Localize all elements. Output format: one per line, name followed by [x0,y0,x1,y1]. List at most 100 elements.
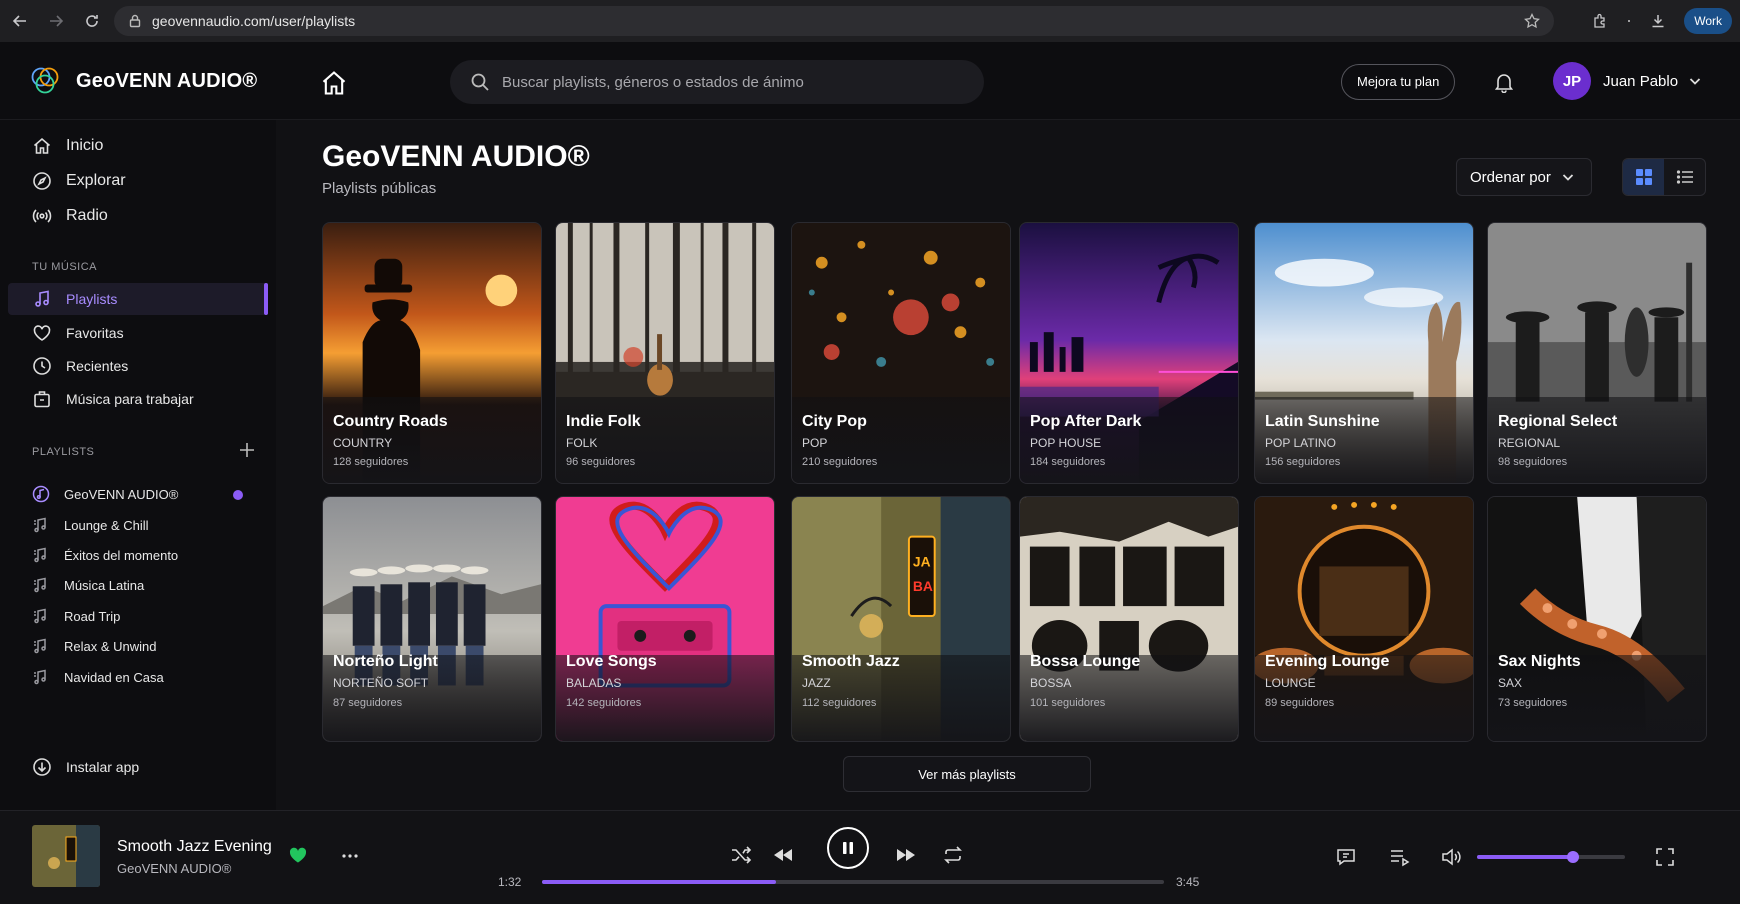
sidebar-item-recientes[interactable]: Recientes [8,350,268,382]
shuffle-icon[interactable] [730,844,752,866]
install-app-button[interactable]: Instalar app [8,751,268,783]
forward-icon[interactable] [40,5,72,37]
sidebar-playlist-item[interactable]: Road Trip [8,602,268,630]
playlist-card[interactable]: Bossa Lounge BOSSA 101 seguidores [1019,496,1239,742]
playlist-music-icon [34,669,46,685]
page-subtitle: Playlists públicas [322,180,437,197]
heart-filled-icon[interactable] [288,845,308,865]
card-genre: COUNTRY [333,436,393,450]
sort-dropdown[interactable]: Ordenar por [1456,158,1592,196]
card-genre: JAZZ [802,676,831,690]
list-view-icon[interactable] [1664,159,1705,195]
total-time: 3:45 [1176,875,1200,889]
add-playlist-icon[interactable] [238,441,256,459]
bell-icon[interactable] [1493,71,1515,93]
card-followers: 89 seguidores [1265,697,1335,709]
playlist-card[interactable]: Love Songs BALADAS 142 seguidores [555,496,775,742]
sidebar-playlist-item[interactable]: Éxitos del momento [8,541,268,569]
card-followers: 87 seguidores [333,697,403,709]
avatar: JP [1553,62,1591,100]
sidebar-playlist-item[interactable]: Navidad en Casa [8,663,268,691]
playlist-card[interactable]: Indie Folk FOLK 96 seguidores [555,222,775,484]
venn-logo-icon [31,67,59,94]
search-input[interactable] [502,73,942,91]
url-text: geovennaudio.com/user/playlists [152,13,356,29]
sidebar-playlist-item[interactable]: Relax & Unwind [8,632,268,660]
next-track-icon[interactable] [895,844,917,866]
see-more-playlists-button[interactable]: Ver más playlists [843,756,1091,792]
back-icon[interactable] [4,5,36,37]
sidebar-item-radio[interactable]: Radio [8,200,268,232]
sidebar-item-label: Favoritas [66,325,124,341]
upgrade-plan-button[interactable]: Mejora tu plan [1341,64,1456,100]
fullscreen-icon[interactable] [1654,846,1676,868]
playlist-card[interactable]: Regional Select REGIONAL 98 seguidores [1487,222,1707,484]
sidebar-playlist-item[interactable]: GeoVENN AUDIO® [8,480,268,508]
sidebar-item-explorar[interactable]: Explorar [8,165,268,197]
page-title: GeoVENN AUDIO® [322,140,590,173]
browser-profile-button[interactable]: Work [1684,8,1732,34]
reload-icon[interactable] [76,5,108,37]
user-name: Juan Pablo [1603,72,1679,90]
playlist-card[interactable]: Sax Nights SAX 73 seguidores [1487,496,1707,742]
queue-icon[interactable] [1388,846,1410,868]
volume-icon[interactable] [1440,846,1462,868]
svg-text:JA: JA [913,553,931,569]
grid-view-icon[interactable] [1623,159,1664,195]
playlist-card[interactable]: Country Roads COUNTRY 128 seguidores [322,222,542,484]
main-content: GeoVENN AUDIO® Playlists públicas Ordena… [276,120,1740,810]
more-options-icon[interactable] [340,846,360,866]
card-followers: 210 seguidores [802,456,878,468]
pause-icon [843,842,853,854]
sidebar: Inicio Explorar Radio TU MÚSICA Playlist… [0,120,276,810]
card-title: Regional Select [1498,413,1618,430]
sidebar-item-favoritas[interactable]: Favoritas [8,317,268,349]
sidebar-item-inicio[interactable]: Inicio [8,130,268,162]
sidebar-playlist-item[interactable]: Lounge & Chill [8,511,268,539]
section-heading-playlists: PLAYLISTS [32,446,95,458]
sidebar-item-playlists[interactable]: Playlists [8,283,268,315]
progress-bar[interactable] [542,880,1164,884]
card-followers: 112 seguidores [802,697,877,709]
volume-fill [1477,855,1574,859]
home-icon[interactable] [320,69,348,97]
playing-indicator-dot [233,490,243,500]
search-bar[interactable] [450,60,984,104]
sidebar-item-musica-para-trabajar[interactable]: Música para trabajar [8,383,268,415]
brand[interactable]: GeoVENN AUDIO® [28,64,257,98]
volume-slider[interactable] [1477,851,1625,863]
card-genre: FOLK [566,436,598,450]
extensions-icon[interactable] [1580,0,1620,42]
playlist-card[interactable]: City Pop POP 210 seguidores [791,222,1011,484]
track-artist[interactable]: GeoVENN AUDIO® [117,861,231,876]
lyrics-icon[interactable] [1335,846,1357,868]
playlist-music-icon [34,608,46,624]
address-bar[interactable]: geovennaudio.com/user/playlists [114,6,1554,36]
card-followers: 98 seguidores [1498,456,1568,468]
browser-toolbar: geovennaudio.com/user/playlists Work [0,0,1740,42]
playlist-music-icon [34,547,46,563]
current-time: 1:32 [498,875,522,889]
separator-dots-icon [1620,0,1638,42]
now-playing-cover[interactable] [32,825,100,887]
track-title[interactable]: Smooth Jazz Evening [117,838,272,856]
playlist-card[interactable]: Evening Lounge LOUNGE 89 seguidores [1254,496,1474,742]
card-followers: 128 seguidores [333,456,409,468]
playlist-card[interactable]: Norteño Light NORTEÑO SOFT 87 seguidores [322,496,542,742]
sidebar-playlist-label: Éxitos del momento [64,547,179,563]
sidebar-playlist-item[interactable]: Música Latina [8,571,268,599]
clock-icon [33,357,51,375]
volume-knob[interactable] [1567,851,1580,863]
user-menu[interactable]: JP Juan Pablo [1553,62,1702,100]
pause-button[interactable] [827,827,869,869]
card-title: Smooth Jazz [802,653,900,670]
playlist-card[interactable]: Pop After Dark POP HOUSE 184 seguidores [1019,222,1239,484]
playlist-card[interactable]: JA BA Smooth Jazz JAZZ 112 seguidores [791,496,1011,742]
bookmark-star-icon[interactable] [1524,13,1540,29]
download-icon[interactable] [1638,0,1678,42]
repeat-icon[interactable] [942,844,964,866]
playlist-card[interactable]: Latin Sunshine POP LATINO 156 seguidores [1254,222,1474,484]
chevron-down-icon [1689,78,1701,85]
previous-track-icon[interactable] [772,844,794,866]
cover-jazz-bar-thumb [32,825,100,887]
